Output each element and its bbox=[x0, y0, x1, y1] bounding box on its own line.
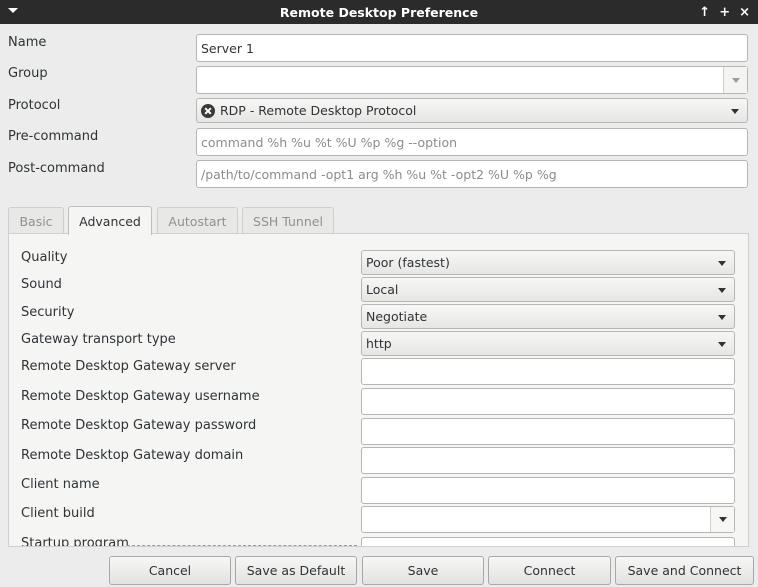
startup-program-label: Startup program bbox=[21, 536, 129, 547]
client-name-label: Client name bbox=[21, 477, 100, 492]
quality-select[interactable]: Poor (fastest) bbox=[361, 250, 735, 275]
minimize-icon[interactable]: ↑ bbox=[699, 5, 710, 20]
advanced-tab-panel: Quality Poor (fastest) Sound Local Secur… bbox=[8, 233, 749, 547]
chevron-down-icon bbox=[731, 109, 739, 114]
scroll-edge-divider bbox=[127, 545, 357, 546]
protocol-select[interactable]: RDP - Remote Desktop Protocol bbox=[196, 98, 748, 123]
window-menu-icon[interactable] bbox=[8, 8, 18, 13]
save-and-connect-button[interactable]: Save and Connect bbox=[615, 556, 754, 585]
window-title: Remote Desktop Preference bbox=[279, 4, 479, 20]
save-button[interactable]: Save bbox=[362, 556, 484, 585]
tab-ssh-tunnel[interactable]: SSH Tunnel bbox=[242, 207, 334, 234]
quality-select-value: Poor (fastest) bbox=[366, 255, 450, 270]
gateway-domain-label: Remote Desktop Gateway domain bbox=[21, 448, 244, 463]
maximize-icon[interactable]: + bbox=[719, 5, 730, 20]
precommand-placeholder: command %h %u %t %U %p %g --option bbox=[201, 134, 458, 150]
title-bar: Remote Desktop Preference ↑ + × bbox=[0, 0, 758, 24]
chevron-down-icon bbox=[718, 315, 726, 320]
gateway-transport-value: http bbox=[366, 336, 392, 351]
client-build-combo-entry[interactable] bbox=[361, 506, 735, 533]
gateway-password-label: Remote Desktop Gateway password bbox=[21, 418, 257, 433]
name-label: Name bbox=[8, 35, 47, 50]
sound-label: Sound bbox=[21, 277, 62, 292]
postcommand-placeholder: /path/to/command -opt1 arg %h %u %t -opt… bbox=[201, 166, 557, 182]
protocol-label: Protocol bbox=[8, 98, 61, 113]
tab-autostart[interactable]: Autostart bbox=[157, 207, 238, 234]
client-name-input[interactable] bbox=[361, 477, 735, 504]
name-input-value: Server 1 bbox=[201, 40, 254, 56]
postcommand-label: Post-command bbox=[8, 161, 105, 176]
quality-label: Quality bbox=[21, 250, 68, 265]
security-select[interactable]: Negotiate bbox=[361, 304, 735, 329]
gateway-transport-select[interactable]: http bbox=[361, 331, 735, 356]
sound-select-value: Local bbox=[366, 282, 399, 297]
sound-select[interactable]: Local bbox=[361, 277, 735, 302]
postcommand-input[interactable]: /path/to/command -opt1 arg %h %u %t -opt… bbox=[196, 160, 748, 188]
chevron-down-icon bbox=[718, 342, 726, 347]
startup-program-input[interactable] bbox=[361, 537, 735, 546]
gateway-password-input[interactable] bbox=[361, 418, 735, 445]
gateway-username-input[interactable] bbox=[361, 388, 735, 415]
chevron-down-icon bbox=[718, 261, 726, 266]
group-label: Group bbox=[8, 66, 48, 81]
client-build-label: Client build bbox=[21, 506, 95, 521]
connect-button[interactable]: Connect bbox=[488, 556, 611, 585]
gateway-username-label: Remote Desktop Gateway username bbox=[21, 389, 260, 404]
gateway-domain-input[interactable] bbox=[361, 447, 735, 474]
name-input[interactable]: Server 1 bbox=[196, 34, 748, 62]
tab-advanced[interactable]: Advanced bbox=[68, 206, 152, 235]
security-select-value: Negotiate bbox=[366, 309, 428, 324]
gateway-transport-label: Gateway transport type bbox=[21, 332, 176, 347]
security-label: Security bbox=[21, 305, 75, 320]
rdp-protocol-icon bbox=[201, 103, 215, 118]
gateway-server-input[interactable] bbox=[361, 358, 735, 385]
client-build-dropdown-button[interactable] bbox=[710, 507, 734, 532]
close-icon[interactable]: × bbox=[739, 5, 750, 20]
cancel-button[interactable]: Cancel bbox=[109, 556, 231, 585]
window-controls: ↑ + × bbox=[699, 0, 750, 24]
chevron-down-icon bbox=[731, 77, 740, 83]
group-combo-entry[interactable] bbox=[196, 66, 748, 94]
chevron-down-icon bbox=[718, 288, 726, 293]
protocol-select-value: RDP - Remote Desktop Protocol bbox=[220, 103, 417, 118]
precommand-input[interactable]: command %h %u %t %U %p %g --option bbox=[196, 128, 748, 156]
precommand-label: Pre-command bbox=[8, 129, 99, 144]
group-dropdown-button[interactable] bbox=[723, 67, 747, 93]
chevron-down-icon bbox=[718, 517, 727, 522]
gateway-server-label: Remote Desktop Gateway server bbox=[21, 359, 236, 374]
tab-basic[interactable]: Basic bbox=[8, 207, 64, 234]
save-as-default-button[interactable]: Save as Default bbox=[235, 556, 357, 585]
